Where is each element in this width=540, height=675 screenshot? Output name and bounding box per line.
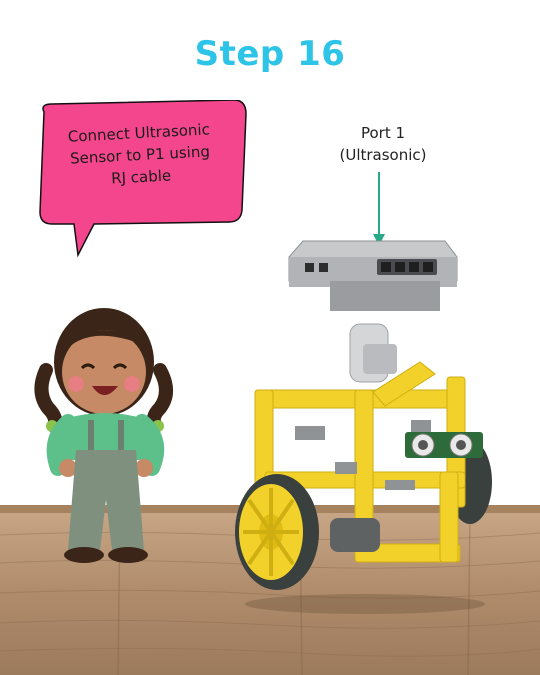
step-title: Step 16 [194, 34, 346, 74]
instruction-text: Connect Ultrasonic Sensor to P1 using RJ… [38, 117, 241, 193]
port-label-line-2: (Ultrasonic) [339, 146, 427, 164]
girl-illustration-icon [34, 308, 173, 563]
controller-module-icon [288, 240, 458, 311]
robot-car-icon [235, 323, 492, 614]
port-label-line-1: Port 1 [360, 124, 406, 142]
instruction-bubble: Connect Ultrasonic Sensor to P1 using RJ… [34, 100, 249, 260]
port-label: Port 1 (Ultrasonic) [318, 122, 448, 166]
